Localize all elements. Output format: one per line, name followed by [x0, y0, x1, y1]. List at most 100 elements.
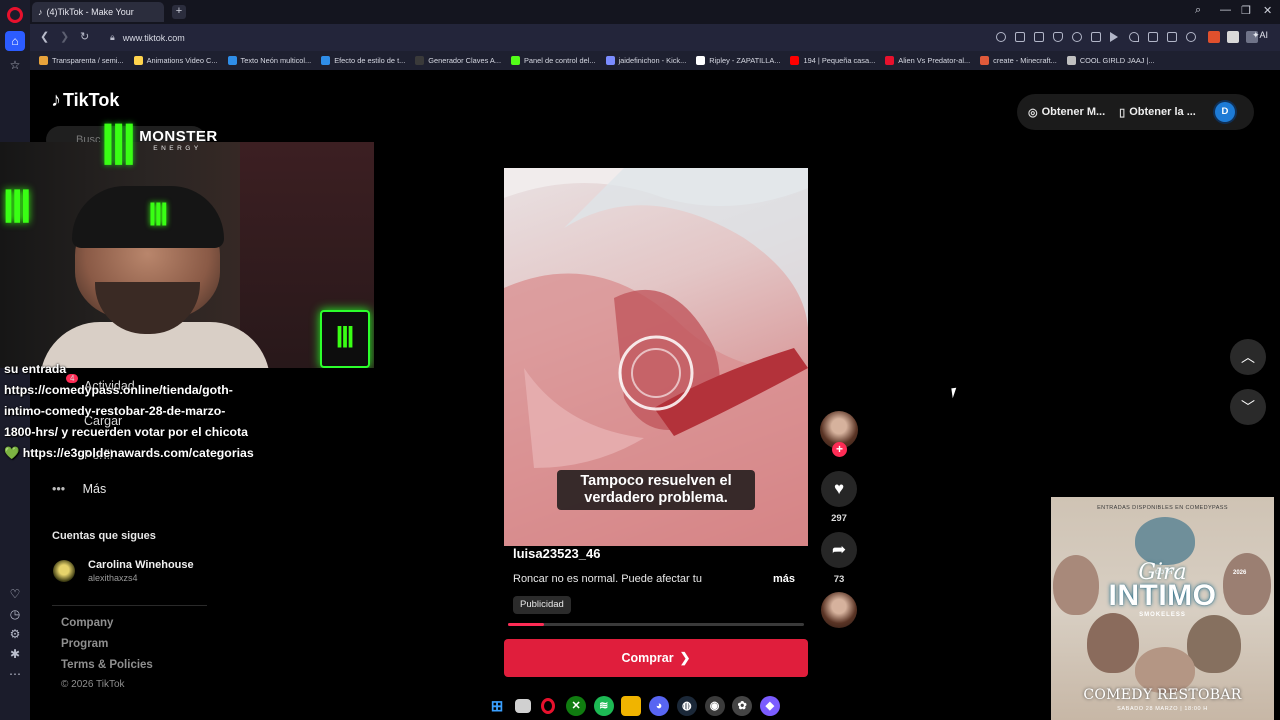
bookmark-item[interactable]: jaidefinichon - Kick...: [605, 56, 687, 65]
video-progress-bar[interactable]: [508, 623, 804, 626]
chatgpt-icon[interactable]: ✿: [732, 695, 753, 716]
zoom-icon[interactable]: [996, 32, 1006, 42]
bookmark-item[interactable]: 194 | Pequeña casa...: [790, 56, 875, 65]
get-coins-label: Obtener M...: [1041, 106, 1106, 118]
windows-start-icon[interactable]: ⊞: [487, 696, 507, 716]
vpn-icon[interactable]: [1072, 32, 1082, 42]
heart-icon[interactable]: ♡: [5, 584, 25, 604]
share-button[interactable]: ➦: [821, 532, 857, 568]
steam-icon[interactable]: ◍: [676, 695, 697, 716]
opera-icon[interactable]: [538, 696, 558, 716]
ai-button[interactable]: ✦AI: [1252, 30, 1268, 41]
monster-can-icon: Ⅲ: [320, 310, 370, 368]
play-icon[interactable]: [1110, 32, 1120, 42]
more-button[interactable]: más: [773, 573, 795, 585]
history-icon[interactable]: ◷: [5, 604, 25, 624]
lightbulb-icon[interactable]: ✱: [5, 644, 25, 664]
bookmark-item[interactable]: Transparenta / semi...: [39, 56, 124, 65]
bookmark-item[interactable]: Alien Vs Predator-al...: [885, 56, 970, 65]
close-icon[interactable]: ✕: [1263, 4, 1272, 17]
app-icon[interactable]: ◆: [759, 695, 780, 716]
video-caption: Tampoco resuelven el verdadero problema.: [557, 470, 755, 510]
nav-more-label: Más: [82, 482, 107, 496]
footer-company-link[interactable]: Company: [61, 617, 113, 629]
profile-icon[interactable]: [1186, 32, 1196, 42]
poster-person: [1187, 615, 1241, 673]
settings-icon[interactable]: ⚙: [5, 624, 25, 644]
pin-icon[interactable]: ☆: [5, 55, 25, 75]
bookmark-favicon-icon: [605, 56, 615, 65]
get-coins-button[interactable]: ◎ Obtener M...: [1028, 106, 1105, 119]
bookmark-favicon-icon: [696, 56, 706, 65]
favorites-icon[interactable]: [1129, 32, 1139, 42]
bookmark-label: Animations Video C...: [146, 56, 218, 65]
video-player[interactable]: Tampoco resuelven el verdadero problema.: [504, 168, 808, 546]
folder-icon[interactable]: [621, 695, 642, 716]
music-disc-avatar[interactable]: [821, 592, 857, 628]
bookmark-item[interactable]: Ripley - ZAPATILLA...: [696, 56, 780, 65]
following-account-username[interactable]: alexithaxzs4: [88, 573, 138, 583]
url-field[interactable]: 🔒︎ www.tiktok.com: [110, 28, 510, 47]
home-icon[interactable]: ⌂: [5, 31, 25, 51]
avatar[interactable]: [53, 560, 75, 582]
discord-icon[interactable]: ◕: [649, 695, 670, 716]
camera-icon[interactable]: [1034, 32, 1044, 42]
chat-text-link: https://e3goldenawards.com/categorias: [22, 445, 254, 460]
back-icon[interactable]: ❮: [40, 30, 49, 43]
bookmark-item[interactable]: Animations Video C...: [133, 56, 218, 65]
like-button[interactable]: ♥: [821, 471, 857, 507]
bookmark-favicon-icon: [1066, 56, 1076, 65]
opera-logo-icon[interactable]: [7, 7, 23, 23]
bookmarks-bar: Transparenta / semi... Animations Video C…: [30, 51, 1280, 70]
nav-more[interactable]: ••• Más: [52, 482, 106, 496]
minimize-icon[interactable]: —: [1220, 4, 1231, 16]
extension-icon[interactable]: [1208, 31, 1220, 43]
address-bar: ❮ ❯ ↻ 🔒︎ www.tiktok.com ✦AI: [30, 24, 1280, 51]
search-tabs-icon[interactable]: ⌕: [1195, 4, 1201, 17]
following-account-name[interactable]: Carolina Winehouse: [88, 559, 194, 571]
edit-icon[interactable]: [1015, 32, 1025, 42]
bookmark-item[interactable]: Panel de control del...: [511, 56, 596, 65]
cube-icon[interactable]: [1091, 32, 1101, 42]
bookmark-item[interactable]: create - Minecraft...: [980, 56, 1057, 65]
tab-tiktok[interactable]: ♪ (4)TikTok - Make Your: [32, 2, 164, 22]
tiktok-note-icon: ♪: [51, 89, 61, 111]
compass-icon: ◎: [1028, 106, 1038, 119]
bookmark-label: Ripley - ZAPATILLA...: [709, 56, 781, 65]
follow-plus-icon[interactable]: +: [832, 442, 847, 457]
poster-smokeless: SMOKELESS: [1139, 612, 1186, 618]
footer-program-link[interactable]: Program: [61, 638, 108, 650]
spotify-icon[interactable]: ≋: [593, 695, 614, 716]
menu-icon[interactable]: [1167, 32, 1177, 42]
bookmark-item[interactable]: Texto Neón multicol...: [227, 56, 311, 65]
poster-date: SABADO 28 MARZO | 18:00 H: [1117, 706, 1208, 712]
bookmark-favicon-icon: [39, 56, 48, 65]
bookmark-item[interactable]: Generador Claves A...: [415, 56, 501, 65]
extension-icon[interactable]: [1227, 31, 1239, 43]
bookmark-favicon-icon: [227, 56, 237, 65]
profile-avatar[interactable]: D: [1214, 102, 1235, 122]
restore-icon[interactable]: ❐: [1241, 4, 1251, 17]
buy-button[interactable]: Comprar ❯: [504, 639, 808, 677]
url-text: www.tiktok.com: [122, 32, 185, 43]
more-icon[interactable]: ⋯: [5, 664, 25, 684]
download-icon[interactable]: [1148, 32, 1158, 42]
new-tab-button[interactable]: +: [172, 5, 186, 19]
file-manager-icon[interactable]: [514, 698, 531, 713]
obs-icon[interactable]: ◉: [704, 695, 725, 716]
video-username[interactable]: luisa23523_46: [513, 546, 600, 561]
reload-icon[interactable]: ↻: [80, 30, 89, 43]
bookmark-label: create - Minecraft...: [993, 56, 1057, 65]
forward-icon[interactable]: ❯: [60, 30, 69, 43]
tiktok-logo[interactable]: ♪ TikTok: [51, 89, 119, 112]
screen: ⌂ ☆ ♡ ◷ ⚙ ✱ ⋯ ♪ (4)TikTok - Make Your + …: [0, 0, 1280, 720]
get-app-button[interactable]: ▯ Obtener la ...: [1119, 106, 1196, 119]
next-video-button[interactable]: ﹀: [1230, 389, 1266, 425]
previous-video-button[interactable]: ︿: [1230, 339, 1266, 375]
shield-icon[interactable]: [1053, 32, 1063, 42]
bookmark-item[interactable]: COOL GIRLD JAAJ |...: [1066, 56, 1155, 65]
footer-terms-link[interactable]: Terms & Policies: [61, 659, 153, 671]
bookmark-item[interactable]: Efecto de estilo de t...: [321, 56, 405, 65]
xbox-icon[interactable]: ✕: [566, 695, 587, 716]
bookmark-label: jaidefinichon - Kick...: [618, 56, 687, 65]
